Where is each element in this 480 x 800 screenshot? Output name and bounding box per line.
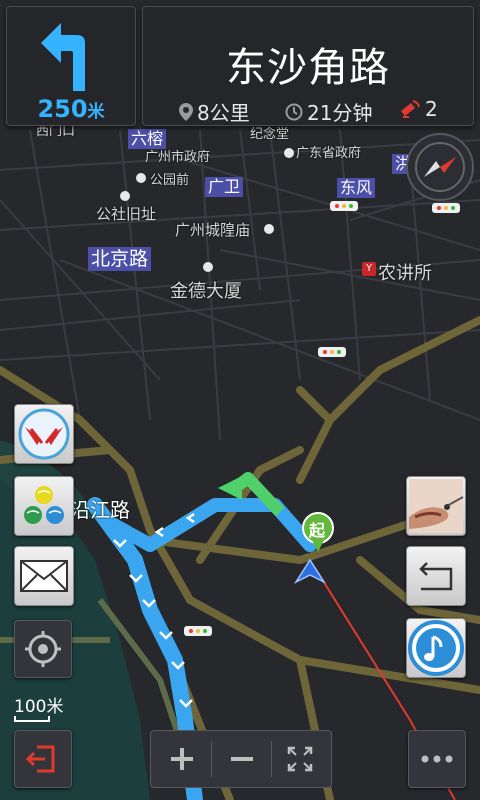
brand-app-button[interactable]	[14, 404, 74, 464]
apps-button[interactable]	[14, 476, 74, 536]
next-road-name: 东沙角路	[226, 45, 390, 91]
turn-distance-unit: 米	[87, 102, 105, 122]
poi-label-chenghuang: 广州城隍庙	[175, 221, 251, 239]
metro-icon: Y	[362, 262, 376, 276]
poi-label-gongyuan: 公园前	[150, 173, 190, 188]
poi-label-jinde: 金德大厦	[170, 281, 242, 302]
road-info-panel: 东沙角路 8公里 21分钟 2	[142, 6, 474, 126]
exit-navigation-button[interactable]	[14, 730, 72, 788]
compass-button[interactable]	[406, 133, 474, 201]
camera-count-value: 2	[425, 97, 438, 121]
more-button[interactable]	[408, 730, 466, 788]
voice-button[interactable]	[406, 476, 466, 536]
clock-icon	[285, 103, 303, 120]
back-route-button[interactable]	[406, 546, 466, 606]
zoom-in-icon	[171, 748, 193, 770]
wings-logo-icon	[18, 408, 70, 460]
location-pin-icon	[179, 102, 193, 121]
map-scale-bar	[14, 716, 50, 722]
zoom-divider	[211, 741, 212, 777]
road-label-yanjiang: 沿江路	[70, 498, 130, 522]
start-marker-label: 起	[309, 521, 326, 540]
poi-label-gongshe: 公社旧址	[96, 205, 157, 223]
compass-icon	[415, 142, 465, 192]
traffic-light-icon	[318, 347, 346, 357]
zoom-out-icon	[231, 757, 253, 761]
more-icon	[421, 755, 453, 763]
zoom-out-button[interactable]	[213, 731, 271, 787]
poi-dot	[203, 262, 213, 272]
mail-icon	[20, 560, 68, 592]
locate-icon	[25, 631, 61, 667]
mouth-voice-icon	[409, 479, 464, 533]
message-button[interactable]	[14, 546, 74, 606]
exit-icon	[25, 745, 55, 773]
traffic-light-icon	[184, 626, 212, 636]
turn-distance: 250米	[7, 95, 135, 123]
zoom-in-button[interactable]	[153, 731, 211, 787]
music-icon	[408, 620, 464, 676]
fullscreen-icon	[287, 746, 313, 772]
poi-label-nongjiang: 农讲所	[378, 263, 432, 284]
metro-tag-guangwei: 广卫	[205, 177, 244, 197]
fullscreen-button[interactable]	[271, 731, 329, 787]
dots-app-icon	[24, 486, 64, 524]
poi-label-gov: 广州市政府	[145, 150, 211, 165]
map-scale-label: 100米	[14, 697, 64, 717]
poi-label-prov-gov: 广东省政府	[296, 146, 362, 161]
metro-tag-dongfeng: 东风	[337, 178, 376, 198]
remaining-distance-value: 8公里	[197, 101, 250, 125]
poi-dot	[264, 224, 274, 234]
poi-dot	[120, 191, 130, 201]
back-route-icon	[419, 562, 453, 591]
remaining-time-value: 21分钟	[307, 101, 373, 125]
turn-distance-value: 250	[37, 95, 88, 123]
poi-dot	[284, 148, 294, 158]
traffic-light-icon	[432, 203, 460, 213]
traffic-light-icon	[330, 201, 358, 211]
remaining-distance: 8公里	[179, 97, 250, 126]
music-button[interactable]	[406, 618, 466, 678]
zoom-controls	[150, 730, 332, 788]
road-tag-beijing: 北京路	[88, 247, 152, 271]
turn-instruction-panel[interactable]: 250米	[6, 6, 136, 126]
camera-count: 2	[399, 97, 438, 121]
remaining-time: 21分钟	[285, 97, 372, 126]
turn-left-arrow-icon	[41, 23, 85, 91]
locate-button[interactable]	[14, 620, 72, 678]
poi-dot	[136, 173, 146, 183]
speed-camera-icon	[401, 100, 420, 118]
